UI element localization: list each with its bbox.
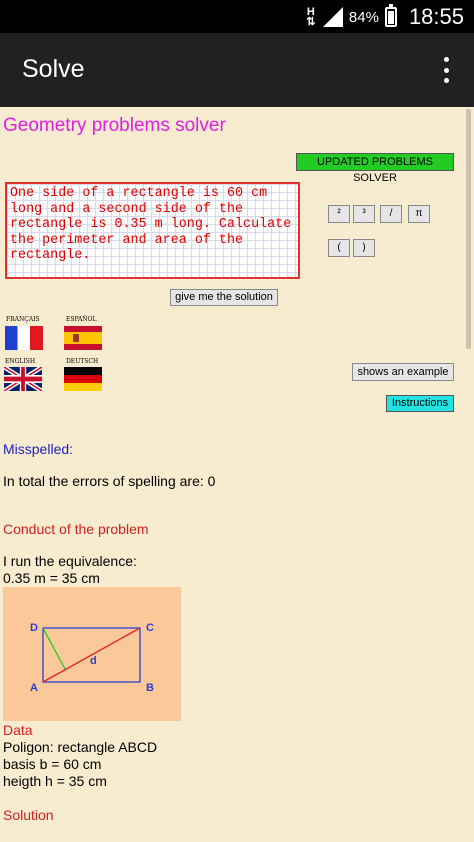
data-heading: Data — [3, 722, 33, 738]
spelling-errors-text: In total the errors of spelling are: 0 — [3, 473, 216, 489]
updated-solver-button[interactable]: UPDATED PROBLEMS SOLVER — [296, 153, 454, 184]
language-label-german: DEUTSCH — [66, 358, 99, 365]
vertex-label-a: A — [30, 682, 38, 694]
vertex-label-b: B — [146, 682, 154, 694]
france-flag-icon[interactable] — [5, 326, 43, 350]
symbol-cubed-button[interactable]: ³ — [353, 205, 375, 223]
signal-icon — [322, 7, 343, 27]
battery-percent: 84% — [348, 8, 379, 26]
rectangle-figure: D C A B d — [3, 587, 181, 721]
data-line-polygon: Poligon: rectangle ABCD — [3, 739, 158, 755]
app-bar: Solve — [0, 33, 474, 107]
scrollbar[interactable] — [466, 109, 471, 349]
status-bar: H ⇅ 84% 18:55 — [0, 0, 474, 33]
equivalence-text: 0.35 m = 35 cm — [3, 570, 100, 586]
battery-icon — [384, 4, 397, 27]
solution-heading: Solution — [3, 807, 54, 823]
clock: 18:55 — [408, 4, 464, 29]
spain-flag-icon[interactable] — [64, 326, 102, 350]
example-button[interactable]: shows an example — [352, 363, 454, 381]
conduct-heading: Conduct of the problem — [3, 521, 149, 537]
language-label-french: FRANÇAIS — [6, 316, 40, 323]
misspelled-heading: Misspelled: — [3, 441, 74, 457]
symbol-squared-button[interactable]: ² — [328, 205, 350, 223]
solve-button[interactable]: give me the solution — [170, 289, 278, 306]
data-line-basis: basis b = 60 cm — [3, 756, 102, 772]
problem-textarea[interactable]: One side of a rectangle is 60 cm long an… — [5, 182, 300, 279]
language-label-english: ENGLISH — [5, 358, 36, 365]
language-label-spanish: ESPAÑOL — [66, 316, 97, 323]
diagonal-label: d — [90, 655, 97, 667]
page-title: Geometry problems solver — [3, 115, 226, 136]
more-vert-icon[interactable] — [442, 57, 450, 83]
symbol-divide-button[interactable]: / — [380, 205, 402, 223]
app-bar-title: Solve — [22, 55, 85, 83]
network-type-icon: H ⇅ — [306, 6, 316, 28]
vertex-label-c: C — [146, 622, 154, 634]
vertex-label-d: D — [30, 622, 38, 634]
symbol-open-paren-button[interactable]: ( — [328, 239, 350, 257]
instructions-button[interactable]: Instructions — [386, 395, 454, 412]
symbol-close-paren-button[interactable]: ) — [353, 239, 375, 257]
data-line-height: heigth h = 35 cm — [3, 773, 107, 789]
equivalence-intro: I run the equivalence: — [3, 553, 137, 569]
symbol-pi-button[interactable]: π — [408, 205, 430, 223]
webview-content[interactable]: Geometry problems solver UPDATED PROBLEM… — [0, 107, 474, 842]
uk-flag-icon[interactable] — [4, 367, 42, 391]
germany-flag-icon[interactable] — [64, 367, 102, 391]
network-type-label: H — [306, 6, 315, 18]
height-line — [42, 627, 66, 670]
